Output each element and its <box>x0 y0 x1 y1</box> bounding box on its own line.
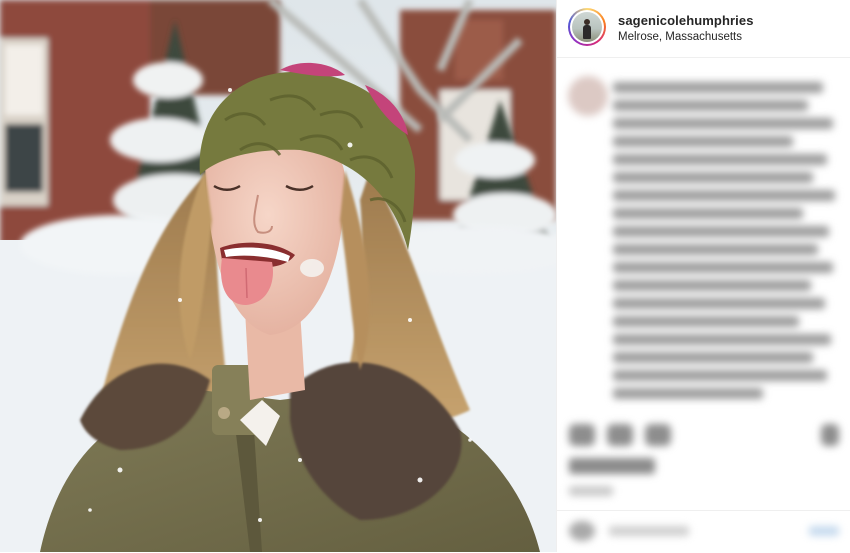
caption-line <box>613 352 813 363</box>
caption-line <box>613 262 833 273</box>
caption-line <box>613 388 763 399</box>
caption-line <box>613 136 793 147</box>
bookmark-icon[interactable] <box>821 424 839 446</box>
caption-line <box>613 334 831 345</box>
post-date <box>569 486 613 496</box>
caption-line <box>613 118 833 129</box>
post-button[interactable] <box>809 526 839 536</box>
heart-icon[interactable] <box>569 424 595 446</box>
avatar-image <box>572 12 602 42</box>
caption-line <box>613 226 829 237</box>
caption-avatar[interactable] <box>568 76 608 116</box>
location-link[interactable]: Melrose, Massachusetts <box>618 31 742 43</box>
post-photo[interactable] <box>0 0 556 552</box>
action-bar <box>563 418 845 458</box>
smiley-icon[interactable] <box>569 521 595 541</box>
username-link[interactable]: sagenicolehumphries <box>618 13 754 28</box>
caption-line <box>613 172 813 183</box>
caption-line <box>613 316 799 327</box>
photo-scene <box>0 0 556 552</box>
post-header: sagenicolehumphries Melrose, Massachuset… <box>557 0 850 58</box>
caption-line <box>613 244 818 255</box>
blurred-caption <box>613 78 843 413</box>
avatar-figure-body <box>583 25 591 39</box>
post-sidebar: sagenicolehumphries Melrose, Massachuset… <box>556 0 850 552</box>
caption-line <box>613 154 827 165</box>
comment-row <box>557 510 850 553</box>
caption-line <box>613 82 823 93</box>
caption-line <box>613 280 811 291</box>
comment-icon[interactable] <box>607 424 633 446</box>
avatar[interactable] <box>568 8 606 46</box>
caption-line <box>613 100 808 111</box>
likes-count[interactable] <box>569 458 655 474</box>
caption-line <box>613 370 827 381</box>
avatar-frame <box>570 10 604 44</box>
paper-plane-icon[interactable] <box>645 424 671 446</box>
caption-line <box>613 208 803 219</box>
caption-line <box>613 190 835 201</box>
comment-input[interactable] <box>609 526 689 536</box>
caption-line <box>613 298 825 309</box>
